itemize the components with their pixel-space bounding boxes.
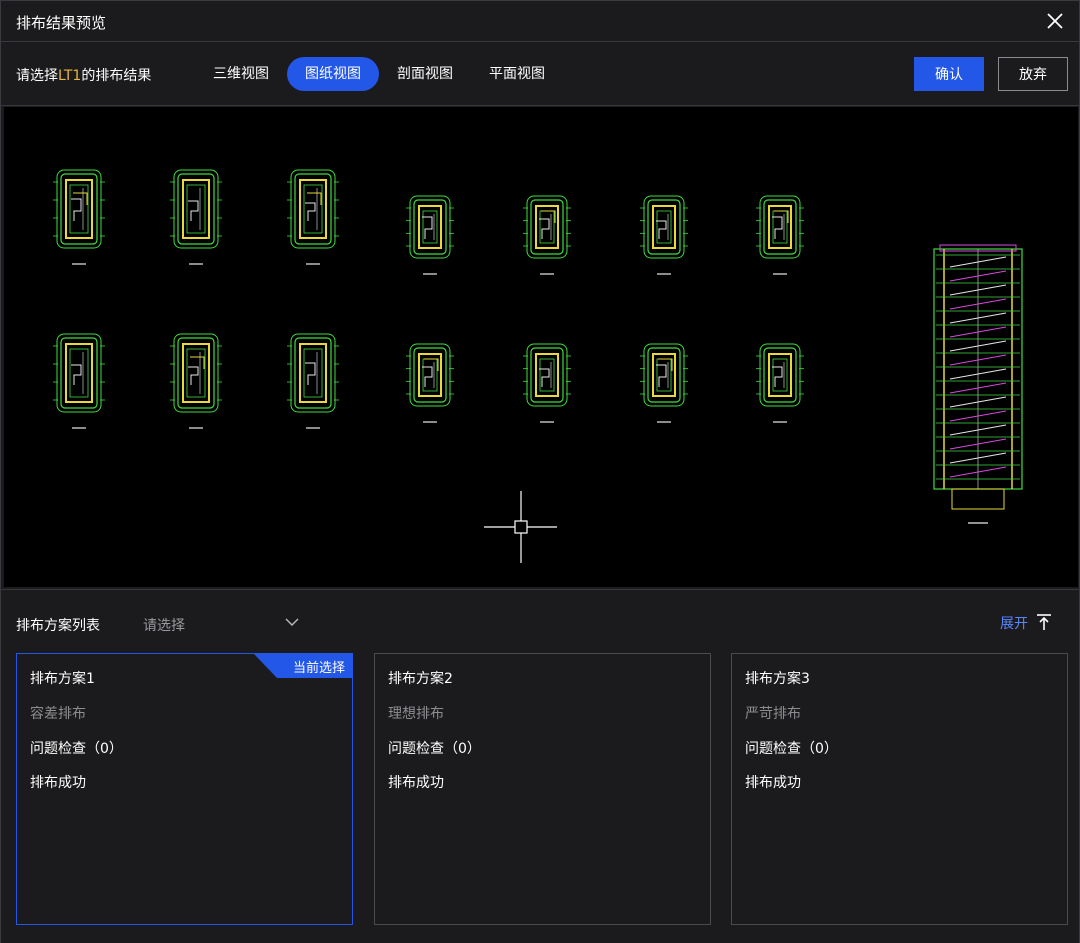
tab-plan-view[interactable]: 平面视图 [471, 57, 563, 91]
plan-name: 排布方案2 [388, 671, 453, 687]
plan-select[interactable]: 请选择 [129, 607, 305, 639]
elevator-plan-drawing [170, 169, 222, 265]
elevator-plan-drawing [406, 195, 454, 275]
select-prompt: 请选择LT1的排布结果 [16, 68, 152, 84]
expand-button[interactable]: 展开 [1000, 613, 1028, 633]
plan-card-3[interactable]: 排布方案3 严苛排布 问题检查（0） 排布成功 [731, 653, 1068, 925]
discard-button[interactable]: 放弃 [998, 57, 1068, 91]
toolbar: 请选择LT1的排布结果 三维视图 图纸视图 剖面视图 平面视图 确认 放弃 [1, 42, 1079, 106]
plan-mode: 理想排布 [388, 706, 444, 722]
close-icon[interactable] [1045, 11, 1065, 31]
title-bar: 排布结果预览 [1, 1, 1079, 42]
elevator-plan-drawing [523, 343, 571, 423]
elevator-plan-drawing [170, 333, 222, 429]
plan-list-label: 排布方案列表 [16, 618, 100, 634]
elevator-plan-drawing [53, 333, 105, 429]
plan-card-2[interactable]: 排布方案2 理想排布 问题检查（0） 排布成功 [374, 653, 711, 925]
plan-issue-check[interactable]: 问题检查（0） [388, 738, 481, 758]
view-tabs: 三维视图 图纸视图 剖面视图 平面视图 [195, 57, 563, 91]
elevator-plan-drawing [756, 195, 804, 275]
plan-card-1[interactable]: 当前选择 排布方案1 容差排布 问题检查（0） 排布成功 [16, 653, 353, 925]
plan-list-panel: 排布方案列表 请选择 展开 当前选择 排布方案1 容差排布 问题检查（0） 排布… [1, 589, 1079, 943]
elevator-plan-drawing [287, 169, 339, 265]
elevator-plan-drawing [406, 343, 454, 423]
confirm-button[interactable]: 确认 [914, 57, 984, 91]
plan-name: 排布方案3 [745, 671, 810, 687]
dialog-title: 排布结果预览 [16, 14, 107, 32]
elevator-plan-drawing [523, 195, 571, 275]
drawing-canvas[interactable] [4, 107, 1078, 587]
tab-3d-view[interactable]: 三维视图 [195, 57, 287, 91]
elevator-plan-drawing [756, 343, 804, 423]
plan-status: 排布成功 [745, 775, 801, 791]
elevator-plan-drawing [640, 343, 688, 423]
chevron-down-icon [285, 618, 299, 626]
plan-status: 排布成功 [388, 775, 444, 791]
plan-select-placeholder: 请选择 [143, 618, 185, 634]
plan-issue-check[interactable]: 问题检查（0） [745, 738, 838, 758]
plan-status: 排布成功 [30, 775, 86, 791]
plan-mode: 严苛排布 [745, 706, 801, 722]
crosshair-cursor-icon [484, 491, 557, 563]
plan-issue-check[interactable]: 问题检查（0） [30, 738, 123, 758]
cad-drawing [53, 169, 1023, 563]
plan-mode: 容差排布 [30, 706, 86, 722]
elevator-plan-drawing [53, 169, 105, 265]
elevator-plan-drawing [640, 195, 688, 275]
elevator-id: LT1 [58, 68, 82, 84]
tab-section-view[interactable]: 剖面视图 [379, 57, 471, 91]
current-selection-badge: 当前选择 [253, 653, 353, 678]
expand-top-icon[interactable] [1035, 613, 1053, 631]
elevator-plan-drawing [287, 333, 339, 429]
tab-drawing-view[interactable]: 图纸视图 [287, 57, 379, 91]
plan-name: 排布方案1 [30, 671, 95, 687]
preview-dialog: 排布结果预览 请选择LT1的排布结果 三维视图 图纸视图 剖面视图 平面视图 确… [0, 0, 1080, 943]
elevator-section-drawing [933, 244, 1023, 524]
